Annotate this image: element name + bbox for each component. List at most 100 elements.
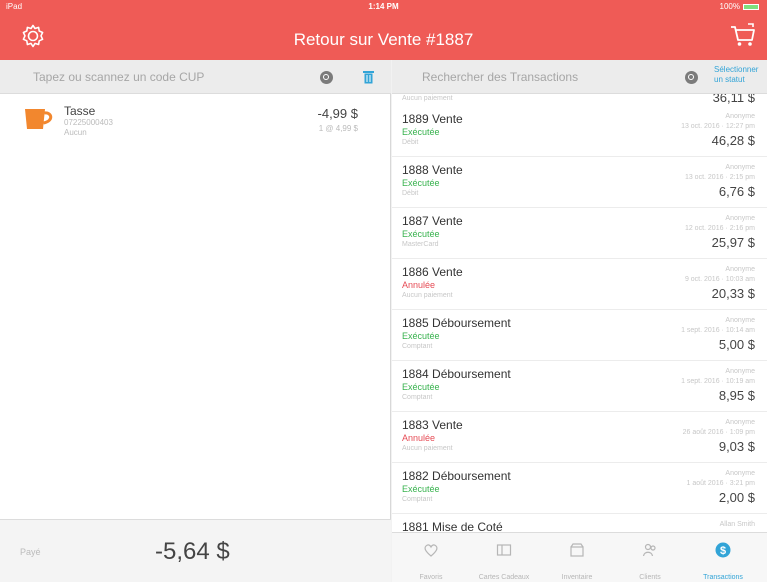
item-quantity: 1 @ 4,99 $: [318, 124, 358, 133]
transaction-user: Anonyme: [725, 419, 755, 426]
transaction-payment: Aucun paiement: [402, 95, 453, 102]
transaction-amount: 20,33 $: [711, 286, 755, 301]
transaction-row[interactable]: 1889 Vente Exécutée Débit Anonyme 13 oct. 20…: [392, 106, 767, 157]
transaction-payment: MasterCard: [402, 241, 439, 248]
transaction-amount: 5,00 $: [718, 337, 755, 352]
tab-cartes-cadeaux[interactable]: Cartes Cadeaux: [469, 533, 539, 582]
transaction-date: 1 sept. 2016 · 10:19 am: [681, 378, 755, 385]
transaction-status: Exécutée: [402, 178, 440, 188]
transaction-payment: Comptant: [402, 496, 433, 503]
transaction-status: Annulée: [402, 433, 436, 443]
transaction-title: 1887 Vente: [402, 214, 463, 228]
transaction-payment: Comptant: [402, 343, 433, 350]
transaction-row[interactable]: 1887 Vente Exécutée MasterCard Anonyme 12 oc…: [392, 208, 767, 259]
transaction-row-partial[interactable]: Aucun paiement 36,11 $: [392, 94, 767, 106]
transaction-user: Anonyme: [725, 113, 755, 120]
transaction-row[interactable]: 1886 Vente Annulée Aucun paiement Anonyme 9 …: [392, 259, 767, 310]
transaction-row[interactable]: 1885 Déboursement Exécutée Comptant Anonyme…: [392, 310, 767, 361]
transaction-user: Allan Smith: [719, 521, 755, 528]
tab-label: Favoris: [419, 574, 443, 581]
navigation-bar: Retour sur Vente #1887: [0, 13, 767, 60]
transaction-date: 13 oct. 2016 · 12:27 pm: [681, 123, 755, 130]
transaction-title: 1883 Vente: [402, 418, 463, 432]
transactions-panel: Rechercher des Transactions Sélectionner…: [392, 60, 767, 582]
item-name: Tasse: [64, 104, 96, 118]
status-filter-select[interactable]: Sélectionner un statut: [714, 65, 767, 85]
battery-status: 100%: [720, 2, 759, 11]
paid-label: Payé: [20, 547, 41, 557]
transaction-amount: 36,11 $: [712, 94, 755, 105]
tab-label: Inventaire: [561, 574, 593, 581]
tab-label: Cartes Cadeaux: [478, 574, 530, 581]
svg-text:$: $: [720, 545, 726, 557]
battery-icon: [743, 3, 759, 10]
transaction-payment: Aucun paiement: [402, 445, 453, 452]
cart-panel: Tapez ou scannez un code CUP Tasse 07225…: [0, 60, 391, 582]
transaction-title: 1888 Vente: [402, 163, 463, 177]
heart-icon: [424, 544, 438, 557]
page-title: Retour sur Vente #1887: [293, 30, 474, 49]
transaction-payment: Aucun paiement: [402, 292, 453, 299]
transaction-title: 1885 Déboursement: [402, 316, 511, 330]
transaction-date: 1 sept. 2016 · 10:14 am: [681, 327, 755, 334]
search-icon[interactable]: [685, 71, 698, 84]
cart-icon[interactable]: [729, 21, 757, 49]
gift-card-icon: [496, 544, 512, 556]
transaction-row[interactable]: 1882 Déboursement Exécutée Comptant Anonyme…: [392, 463, 767, 514]
cart-item-row[interactable]: Tasse 07225000403 Aucun -4,99 $ 1 @ 4,99…: [0, 94, 391, 144]
trash-icon[interactable]: [362, 69, 375, 84]
transaction-title: 1882 Déboursement: [402, 469, 511, 483]
dollar-icon: $: [715, 542, 731, 558]
inventory-icon: [570, 543, 584, 557]
upc-search-bar: Tapez ou scannez un code CUP: [0, 60, 391, 94]
transaction-status: Exécutée: [402, 229, 440, 239]
tab-clients[interactable]: Clients: [615, 533, 685, 582]
transaction-status: Annulée: [402, 280, 436, 290]
transaction-payment: Débit: [402, 139, 419, 146]
transaction-user: Anonyme: [725, 164, 755, 171]
tab-label: Transactions: [703, 574, 743, 581]
transaction-date: 1 août 2016 · 3:21 pm: [686, 480, 756, 487]
transaction-title: 1886 Vente: [402, 265, 463, 279]
transaction-status: Exécutée: [402, 382, 440, 392]
transaction-payment: Débit: [402, 190, 419, 197]
transaction-user: Anonyme: [725, 215, 755, 222]
transaction-amount: 2,00 $: [718, 490, 755, 505]
transaction-search-input[interactable]: Rechercher des Transactions: [422, 70, 578, 84]
item-price: -4,99 $: [317, 106, 358, 121]
battery-percent: 100%: [719, 2, 740, 11]
upc-search-input[interactable]: Tapez ou scannez un code CUP: [33, 70, 204, 84]
transaction-amount: 6,76 $: [718, 184, 755, 199]
transaction-row[interactable]: 1888 Vente Exécutée Débit Anonyme 13 oct. 20…: [392, 157, 767, 208]
search-icon[interactable]: [320, 71, 333, 84]
transaction-date: 26 août 2016 · 1:09 pm: [682, 429, 755, 436]
item-sku: 07225000403: [64, 118, 113, 127]
cart-footer: Payé -5,64 $: [0, 519, 391, 582]
transaction-row[interactable]: 1884 Déboursement Exécutée Comptant Anonyme…: [392, 361, 767, 412]
tab-label: Clients: [639, 574, 661, 581]
transaction-user: Anonyme: [725, 368, 755, 375]
transaction-amount: 46,28 $: [711, 133, 755, 148]
transaction-date: 9 oct. 2016 · 10:03 am: [684, 276, 755, 283]
customers-icon: [642, 543, 656, 557]
transaction-status: Exécutée: [402, 127, 440, 137]
transaction-amount: 8,95 $: [718, 388, 755, 403]
transaction-status: Exécutée: [402, 331, 440, 341]
transaction-row[interactable]: 1883 Vente Annulée Aucun paiement Anonyme 26…: [392, 412, 767, 463]
transaction-date: 13 oct. 2016 · 2:15 pm: [684, 174, 755, 181]
transaction-date: 12 oct. 2016 · 2:16 pm: [684, 225, 755, 232]
tab-bar: Favoris Cartes Cadeaux Inventaire Clients $ T…: [392, 532, 767, 582]
transaction-amount: 25,97 $: [711, 235, 755, 250]
tab-favoris[interactable]: Favoris: [396, 533, 466, 582]
total-amount: -5,64 $: [155, 538, 230, 565]
transaction-title: 1881 Mise de Coté: [402, 520, 503, 532]
tab-inventaire[interactable]: Inventaire: [542, 533, 612, 582]
status-bar: iPad 1:14 PM 100%: [0, 0, 767, 13]
mug-icon: [25, 109, 53, 129]
transaction-list: Aucun paiement 36,11 $ 1889 Vente Exécuté…: [392, 94, 767, 532]
transaction-row[interactable]: 1881 Mise de Coté Allan Smith: [392, 514, 767, 532]
tab-transactions[interactable]: $ Transactions: [688, 533, 758, 582]
status-time: 1:14 PM: [368, 2, 399, 11]
item-category: Aucun: [64, 128, 87, 137]
transaction-title: 1884 Déboursement: [402, 367, 511, 381]
